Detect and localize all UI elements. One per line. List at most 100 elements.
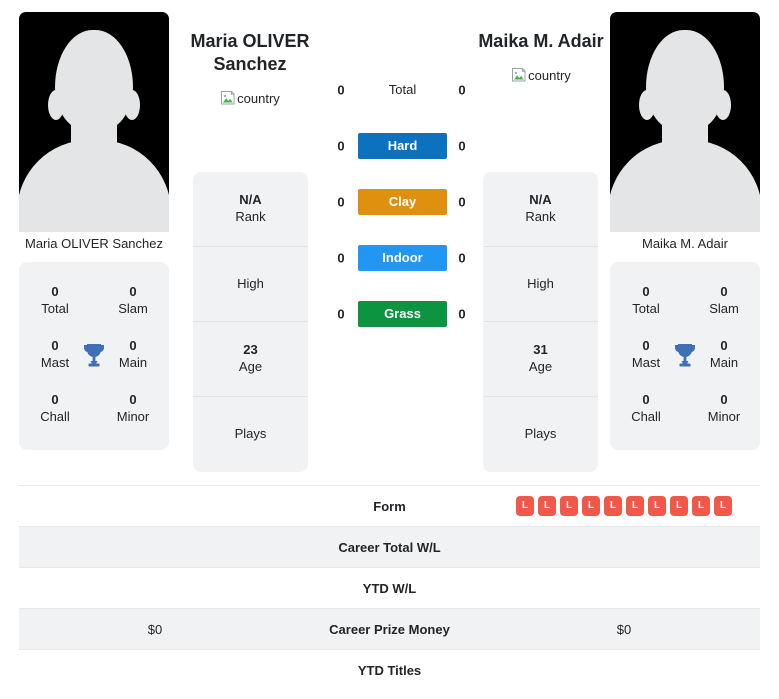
right-titles-chall: 0 Chall (618, 392, 674, 425)
left-player-photo-column: Maria OLIVER Sanchez 0 Total 0 Slam 0 Ma… (19, 12, 169, 450)
left-titles-total: 0 Total (27, 284, 83, 317)
surface-hard-left-value: 0 (337, 138, 345, 154)
surface-total-left-value: 0 (337, 82, 345, 98)
form-badge[interactable]: L (714, 496, 732, 516)
form-badge[interactable]: L (648, 496, 666, 516)
avatar-shoulders-icon (610, 140, 760, 232)
right-titles-mast-value: 0 (642, 338, 650, 354)
left-titles-mast-label: Mast (40, 355, 70, 370)
surface-comparison: 0 Total 0 0 Hard 0 0 Clay 0 0 Indoor 0 0… (320, 62, 475, 342)
left-info-high-label: High (237, 275, 264, 291)
right-info-high: High (483, 247, 598, 322)
surface-clay-label[interactable]: Clay (358, 189, 447, 215)
right-titles-slam: 0 Slam (696, 284, 752, 317)
left-info-age-value: 23 (243, 342, 258, 358)
table-row: $0 Career Prize Money $0 (19, 608, 760, 650)
left-titles-chall: 0 Chall (27, 392, 83, 425)
left-titles-chall-label: Chall (40, 409, 70, 424)
left-player-country-image: country (220, 90, 280, 106)
right-player-name-block: Maika M. Adair country (476, 30, 606, 88)
surface-total-label: Total (388, 82, 417, 97)
form-left-cell (19, 486, 291, 527)
right-player-photo-caption: Maika M. Adair (610, 232, 760, 256)
ytd-titles-label: YTD Titles (357, 662, 422, 678)
left-player-country-alt-text: country (237, 90, 280, 106)
form-badge[interactable]: L (560, 496, 578, 516)
left-titles-slam-label: Slam (118, 301, 148, 316)
form-badge[interactable]: L (692, 496, 710, 516)
career-total-wl-right-value (488, 526, 760, 568)
surface-indoor-label[interactable]: Indoor (358, 245, 447, 271)
form-badge[interactable]: L (670, 496, 688, 516)
table-row: YTD Titles (19, 649, 760, 691)
career-prize-money-left-value: $0 (19, 608, 291, 650)
left-titles-row-1: 0 Total 0 Slam (19, 274, 169, 328)
left-titles-main-value: 0 (129, 338, 137, 354)
right-titles-minor: 0 Minor (696, 392, 752, 425)
left-player-photo-caption: Maria OLIVER Sanchez (19, 232, 169, 256)
right-player-name[interactable]: Maika M. Adair (476, 30, 606, 53)
right-titles-minor-value: 0 (720, 392, 728, 408)
right-player-titles-card: 0 Total 0 Slam 0 Mast 0 Main 0 Chall 0 M… (610, 262, 760, 450)
left-titles-row-3: 0 Chall 0 Minor (19, 382, 169, 436)
player-comparison-header: Maria OLIVER Sanchez 0 Total 0 Slam 0 Ma… (0, 0, 779, 678)
left-titles-slam-value: 0 (129, 284, 137, 300)
left-player-info-card: N/A Rank High 23 Age Plays (193, 172, 308, 472)
right-info-plays: Plays (483, 397, 598, 472)
right-titles-slam-label: Slam (709, 301, 739, 316)
surface-indoor-right-value: 0 (458, 250, 466, 266)
surface-row-total: 0 Total 0 (320, 62, 475, 118)
right-titles-slam-value: 0 (720, 284, 728, 300)
right-titles-total-label: Total (632, 301, 660, 316)
form-badge[interactable]: L (604, 496, 622, 516)
left-titles-mast: 0 Mast (27, 338, 83, 371)
surface-grass-label[interactable]: Grass (358, 301, 447, 327)
career-prize-money-label: Career Prize Money (291, 608, 488, 650)
right-titles-mast-label: Mast (631, 355, 661, 370)
surface-total-right-value: 0 (458, 82, 466, 98)
left-titles-main-label: Main (118, 355, 148, 370)
surface-row-grass: 0 Grass 0 (320, 286, 475, 342)
right-info-rank-value: N/A (529, 192, 552, 208)
form-badge[interactable]: L (582, 496, 600, 516)
right-info-rank-label: Rank (525, 209, 556, 224)
left-titles-minor-label: Minor (116, 409, 150, 424)
form-badge[interactable]: L (538, 496, 556, 516)
right-player-info-card: N/A Rank High 31 Age Plays (483, 172, 598, 472)
career-total-wl-left-value (19, 526, 291, 568)
avatar-ear-left-icon (48, 90, 64, 120)
right-titles-main-value: 0 (720, 338, 728, 354)
surface-clay-right-value: 0 (458, 194, 466, 210)
right-titles-row-2: 0 Mast 0 Main (610, 328, 760, 382)
career-total-wl-label: Career Total W/L (291, 526, 488, 568)
ytd-wl-left-value (19, 568, 291, 609)
surface-row-indoor: 0 Indoor 0 (320, 230, 475, 286)
avatar-ear-right-icon (715, 90, 731, 120)
right-player-country-alt-text: country (528, 67, 571, 83)
left-player-photo (19, 12, 169, 232)
left-titles-mast-value: 0 (51, 338, 59, 354)
form-right-cell: L L L L L L L L L L (488, 486, 760, 527)
left-titles-main: 0 Main (105, 338, 161, 371)
form-badge[interactable]: L (516, 496, 534, 516)
career-prize-money-right-value: $0 (488, 608, 760, 650)
left-titles-minor: 0 Minor (105, 392, 161, 425)
right-titles-chall-value: 0 (642, 392, 650, 408)
right-info-rank: N/A Rank (483, 172, 598, 247)
right-titles-row-1: 0 Total 0 Slam (610, 274, 760, 328)
left-info-age-label: Age (238, 359, 263, 374)
left-titles-minor-value: 0 (129, 392, 137, 408)
left-player-name[interactable]: Maria OLIVER Sanchez (185, 30, 315, 76)
form-badge[interactable]: L (626, 496, 644, 516)
surface-hard-label[interactable]: Hard (358, 133, 447, 159)
left-info-rank-label: Rank (235, 209, 266, 224)
form-row-label: Form (373, 498, 406, 514)
surface-indoor-left-value: 0 (337, 250, 345, 266)
left-player-name-block: Maria OLIVER Sanchez country (185, 30, 315, 111)
table-row: YTD W/L (19, 567, 760, 609)
right-titles-total: 0 Total (618, 284, 674, 317)
left-info-plays-label: Plays (234, 426, 267, 442)
trophy-icon (673, 342, 697, 368)
left-info-high: High (193, 247, 308, 322)
right-info-age-label: Age (528, 359, 553, 374)
